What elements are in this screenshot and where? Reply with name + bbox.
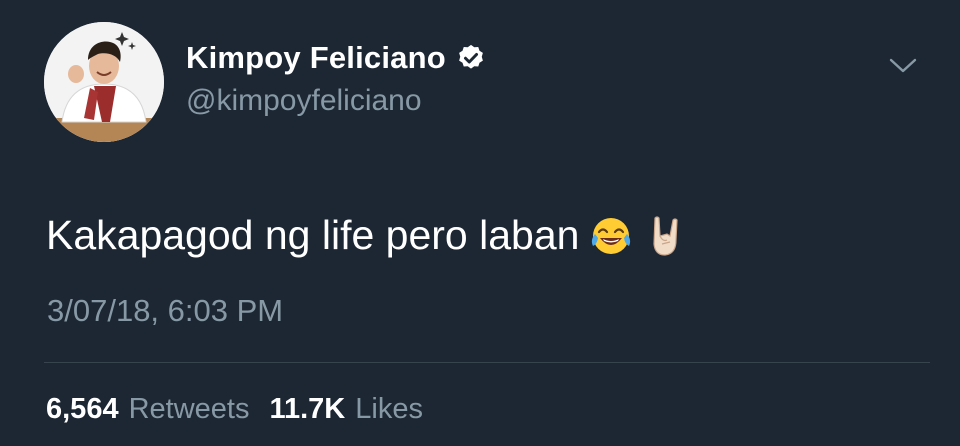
display-name[interactable]: Kimpoy Feliciano [186,40,446,76]
author-name-row[interactable]: Kimpoy Feliciano [186,40,486,76]
retweets-label: Retweets [128,393,250,425]
divider [44,362,930,363]
avatar[interactable] [44,22,164,142]
retweets-stat[interactable]: 6,564 Retweets [46,393,249,426]
likes-label: Likes [355,393,423,425]
verified-badge-icon [456,43,486,73]
tweet-body: Kakapagod ng life pero laban [46,212,687,259]
sign-of-the-horns-icon [643,214,687,258]
likes-stat[interactable]: 11.7K Likes [269,393,423,426]
tweet-timestamp[interactable]: 3/07/18, 6:03 PM [47,293,283,329]
tweet-stats: 6,564 Retweets 11.7K Likes [46,393,423,426]
likes-count: 11.7K [269,393,346,425]
tweet-text: Kakapagod ng life pero laban [46,212,580,258]
author-handle[interactable]: @kimpoyfeliciano [186,84,422,118]
chevron-down-icon[interactable] [886,52,920,78]
retweets-count: 6,564 [46,393,119,425]
face-with-tears-of-joy-icon [589,214,633,258]
